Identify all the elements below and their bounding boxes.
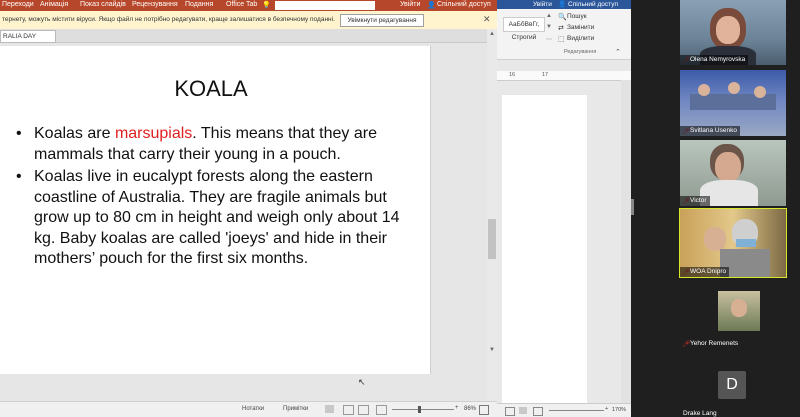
participant-avatar: [718, 291, 760, 331]
bullet-item: Koalas are marsupials. This means that t…: [14, 124, 414, 165]
find-icon[interactable]: 🔍: [558, 13, 567, 21]
participant-tile[interactable]: D Drake Lang: [680, 352, 786, 417]
protected-view-bar: тернету, можуть містити віруси. Якщо фай…: [0, 11, 497, 30]
zoom-slider-thumb[interactable]: [418, 406, 421, 413]
participant-name: Victor: [680, 196, 710, 206]
gallery-more-icon[interactable]: ⋯: [546, 36, 552, 43]
share-icon[interactable]: 👤: [427, 1, 436, 9]
participant-avatar: D: [718, 371, 746, 399]
scrollbar-thumb[interactable]: [488, 219, 496, 259]
select-button[interactable]: Виділити: [567, 35, 594, 42]
vertical-scrollbar[interactable]: ▲ ▼: [487, 29, 497, 401]
word-zoom-level[interactable]: 170%: [612, 407, 626, 413]
ribbon-collapse-icon[interactable]: ⌃: [615, 48, 621, 56]
bullet-list: Koalas are marsupials. This means that t…: [14, 124, 414, 272]
select-icon[interactable]: ⬚: [558, 35, 565, 43]
style-gallery-item[interactable]: АаБбВвГг,: [503, 17, 545, 32]
gallery-up-icon[interactable]: ▲: [546, 13, 552, 19]
signin-link[interactable]: Увійти: [400, 1, 420, 8]
slideshow-view-icon[interactable]: [376, 405, 387, 415]
participant-name: Yehor Remenets: [690, 340, 739, 347]
powerpoint-window: Переходи Анімація Показ слайдів Рецензув…: [0, 0, 497, 417]
tab-office-tab[interactable]: Office Tab: [226, 1, 257, 8]
replace-button[interactable]: Замінити: [567, 24, 594, 31]
ruler-mark: 16: [509, 72, 516, 78]
ruler-mark: 17: [542, 72, 549, 78]
sorter-view-icon[interactable]: [343, 405, 354, 415]
word-ribbon-tools: АаБбВвГг, Строгий ▲ ▼ ⋯ 🔍 Пошук ⇄ Заміни…: [497, 9, 631, 60]
status-bar: Нотатки Примітки + 86%: [0, 401, 497, 417]
fit-slide-icon[interactable]: [479, 405, 489, 415]
participant-tile[interactable]: 🎤︎ Svitlana Usenko: [680, 70, 786, 136]
search-input[interactable]: [275, 1, 375, 10]
share-button[interactable]: Спільний доступ: [437, 1, 491, 8]
participant-name: Olena Nemyrovska: [680, 55, 749, 65]
word-zoom-slider[interactable]: [549, 410, 604, 411]
slide-title: KOALA: [174, 76, 248, 101]
zoom-in-icon[interactable]: +: [455, 405, 459, 411]
participant-name: Svitlana Usenko: [680, 126, 740, 136]
mouse-cursor-icon: ↖: [358, 377, 366, 387]
tab-slideshow[interactable]: Показ слайдів: [80, 1, 126, 8]
participant-tile[interactable]: 🎤︎ Yehor Remenets: [680, 281, 786, 349]
notes-button[interactable]: Нотатки: [242, 406, 264, 412]
editing-group-label: Редагування: [564, 49, 597, 55]
style-name[interactable]: Строгий: [503, 34, 545, 41]
bullet-item: Koalas live in eucalypt forests along th…: [14, 167, 414, 270]
gallery-down-icon[interactable]: ▼: [546, 24, 552, 30]
normal-view-icon[interactable]: [325, 405, 334, 413]
replace-icon[interactable]: ⇄: [558, 24, 564, 32]
close-icon[interactable]: ✕: [483, 14, 491, 25]
zoom-slider[interactable]: [392, 409, 454, 410]
word-share-icon[interactable]: 👤: [558, 0, 566, 8]
word-share-button[interactable]: Спільний доступ: [568, 1, 618, 8]
ppt-ribbon-tabs: Переходи Анімація Показ слайдів Рецензув…: [0, 0, 497, 11]
tab-view[interactable]: Подання: [185, 1, 213, 8]
word-zoom-in-icon[interactable]: +: [605, 406, 608, 412]
slide-canvas[interactable]: KOALA Koalas are marsupials. This means …: [0, 46, 431, 387]
ruler: 16 17: [497, 71, 631, 81]
word-ribbon-bar: Увійти 👤 Спільний доступ: [497, 0, 631, 9]
word-scrollbar[interactable]: [621, 80, 631, 403]
word-window: Увійти 👤 Спільний доступ АаБбВвГг, Строг…: [497, 0, 631, 417]
participant-name: Drake Lang: [683, 410, 717, 417]
tab-review[interactable]: Рецензування: [132, 1, 178, 8]
reading-view-icon[interactable]: [358, 405, 369, 415]
tab-animations[interactable]: Анімація: [40, 1, 68, 8]
enable-editing-button[interactable]: Увімкнути редагування: [340, 14, 424, 27]
panel-divider-handle[interactable]: [631, 199, 634, 215]
scroll-down-icon[interactable]: ▼: [489, 347, 495, 353]
highlighted-word: marsupials: [114, 125, 193, 142]
print-layout-icon[interactable]: [519, 407, 527, 414]
warning-text: тернету, можуть містити віруси. Якщо фай…: [2, 16, 335, 23]
word-status-bar: + 170%: [497, 403, 631, 417]
word-page[interactable]: [502, 95, 587, 403]
participant-tile-active-speaker[interactable]: 🎤︎ WOA Dnipro: [679, 208, 787, 278]
web-layout-icon[interactable]: [533, 407, 543, 416]
word-signin-link[interactable]: Увійти: [533, 1, 552, 8]
participant-tile[interactable]: 🎤︎ Olena Nemyrovska: [680, 0, 786, 65]
tab-transitions[interactable]: Переходи: [2, 1, 34, 8]
read-mode-icon[interactable]: [505, 407, 515, 416]
lightbulb-icon[interactable]: 💡: [262, 1, 271, 9]
document-tab[interactable]: RALIA DAY: [0, 30, 56, 43]
scroll-up-icon[interactable]: ▲: [489, 31, 495, 37]
document-tabs: RALIA DAY: [0, 29, 497, 43]
participant-name: WOA Dnipro: [680, 267, 730, 277]
comments-button[interactable]: Примітки: [283, 406, 308, 412]
participant-tile[interactable]: 🎤︎ Victor: [680, 140, 786, 206]
zoom-level[interactable]: 86%: [464, 406, 476, 412]
find-button[interactable]: Пошук: [567, 13, 587, 20]
